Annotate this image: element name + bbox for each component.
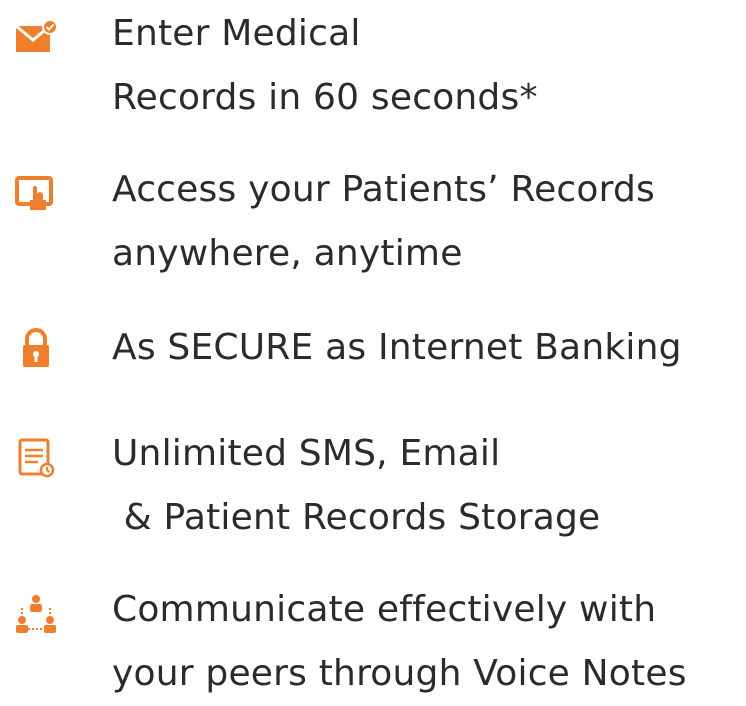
feature-line: As SECURE as Internet Banking bbox=[112, 327, 682, 368]
feature-text-anywhere-access: Access your Patients’ Records anywhere, … bbox=[112, 158, 655, 286]
feature-line: anywhere, anytime bbox=[112, 233, 463, 274]
feature-text-unlimited-storage: Unlimited SMS, Email & Patient Records S… bbox=[112, 422, 600, 550]
feature-line: Unlimited SMS, Email bbox=[112, 433, 501, 474]
feature-line: your peers through Voice Notes bbox=[112, 653, 687, 694]
feature-text-fast-entry: Enter Medical Records in 60 seconds* bbox=[112, 2, 538, 130]
envelope-check-icon bbox=[14, 18, 58, 62]
records-storage-icon bbox=[14, 436, 58, 480]
peers-network-icon bbox=[14, 592, 58, 636]
feature-line: Enter Medical bbox=[112, 13, 361, 54]
feature-line: Access your Patients’ Records bbox=[112, 169, 656, 210]
feature-line: Records in 60 seconds* bbox=[112, 77, 538, 118]
feature-line: & Patient Records Storage bbox=[112, 497, 601, 538]
lock-icon bbox=[14, 326, 58, 370]
feature-text-security: As SECURE as Internet Banking bbox=[112, 316, 682, 380]
screen-touch-icon bbox=[14, 170, 58, 214]
feature-text-voice-notes: Communicate effectively with your peers … bbox=[112, 578, 687, 706]
feature-line: Communicate effectively with bbox=[112, 589, 657, 630]
